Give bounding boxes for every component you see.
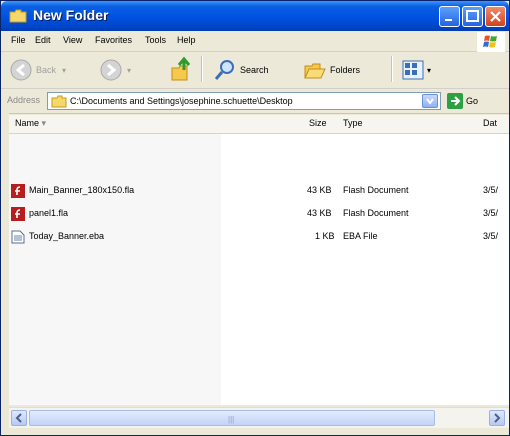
scrollbar-grip: |||: [228, 415, 235, 424]
address-path: C:\Documents and Settings\josephine.schu…: [70, 96, 293, 106]
chevron-right-icon: [494, 413, 501, 423]
file-name: panel1.fla: [29, 208, 69, 218]
window-title: New Folder: [33, 7, 109, 23]
file-list[interactable]: Name ▾ Size Type Dat Main_Banner_180x150…: [9, 115, 509, 405]
minimize-button[interactable]: [439, 6, 460, 27]
title-bar[interactable]: New Folder: [1, 1, 509, 31]
menu-bar: File Edit View Favorites Tools Help: [1, 31, 509, 52]
folders-label: Folders: [330, 65, 361, 75]
menu-tools[interactable]: Tools: [145, 35, 166, 45]
file-name: Main_Banner_180x150.fla: [29, 185, 135, 195]
address-input[interactable]: C:\Documents and Settings\josephine.schu…: [47, 92, 441, 110]
views-icon: [402, 60, 424, 80]
search-icon: [214, 60, 234, 80]
menu-file[interactable]: File: [11, 35, 26, 45]
flash-document-icon: [11, 207, 25, 221]
file-size: 43 KB: [307, 185, 332, 195]
explorer-window: New Folder File Edit View Favorites Tool…: [0, 0, 510, 436]
forward-button[interactable]: ▾: [99, 58, 131, 82]
folder-icon: [9, 9, 27, 23]
menu-favorites[interactable]: Favorites: [95, 35, 132, 45]
file-row[interactable]: Main_Banner_180x150.fla 43 KB Flash Docu…: [9, 183, 509, 200]
generic-file-icon: [11, 230, 25, 244]
forward-dropdown-icon: ▾: [127, 65, 132, 75]
chevron-left-icon: [15, 413, 22, 423]
list-header: Name ▾ Size Type Dat: [9, 115, 509, 134]
sorted-column-highlight: [9, 133, 221, 405]
folder-icon: [51, 95, 67, 108]
search-button[interactable]: Search: [213, 58, 269, 82]
back-button[interactable]: Back ▾: [9, 58, 66, 82]
flash-document-icon: [11, 184, 25, 198]
close-icon: [490, 11, 501, 22]
file-date: 3/5/: [483, 231, 499, 241]
left-frame: [1, 113, 9, 435]
search-label: Search: [240, 65, 269, 75]
back-arrow-icon: [10, 59, 32, 81]
file-size: 43 KB: [307, 208, 332, 218]
menu-edit[interactable]: Edit: [35, 35, 51, 45]
column-header-size[interactable]: Size: [309, 118, 327, 128]
address-dropdown-button[interactable]: [422, 94, 438, 108]
chevron-down-icon: [426, 98, 434, 105]
up-folder-icon: [171, 56, 191, 81]
menu-view[interactable]: View: [63, 35, 82, 45]
file-name: Today_Banner.eba: [29, 231, 105, 241]
forward-arrow-icon: [100, 59, 122, 81]
file-row[interactable]: Today_Banner.eba 1 KB EBA File 3/5/: [9, 229, 509, 246]
file-date: 3/5/: [483, 185, 499, 195]
address-bar: Address C:\Documents and Settings\joseph…: [1, 89, 509, 114]
windows-flag-icon: [483, 35, 497, 48]
standard-toolbar: Back ▾ ▾ Search Folders ▾: [1, 52, 509, 89]
maximize-button[interactable]: [462, 6, 483, 27]
menu-help[interactable]: Help: [177, 35, 196, 45]
file-type: EBA File: [343, 231, 378, 241]
windows-logo: [477, 32, 505, 52]
file-date: 3/5/: [483, 208, 499, 218]
go-button[interactable]: Go: [447, 93, 478, 109]
file-size: 1 KB: [315, 231, 335, 241]
views-button[interactable]: ▾: [401, 58, 431, 82]
toolbar-separator: [391, 56, 393, 82]
column-header-type[interactable]: Type: [343, 118, 363, 128]
column-header-name[interactable]: Name ▾: [15, 118, 46, 129]
back-dropdown-icon: ▾: [62, 65, 67, 75]
folders-icon: [304, 63, 326, 79]
address-label: Address: [7, 95, 41, 105]
horizontal-scrollbar[interactable]: |||: [9, 407, 509, 428]
file-type: Flash Document: [343, 208, 409, 218]
up-folder-button[interactable]: [169, 56, 195, 84]
go-label: Go: [466, 96, 479, 106]
scroll-right-button[interactable]: [489, 410, 505, 426]
close-button[interactable]: [485, 6, 506, 27]
scrollbar-thumb[interactable]: |||: [29, 410, 435, 426]
back-label: Back: [36, 65, 57, 75]
column-header-date[interactable]: Dat: [483, 118, 497, 128]
folders-button[interactable]: Folders: [303, 58, 360, 82]
toolbar-separator: [201, 56, 203, 82]
file-type: Flash Document: [343, 185, 409, 195]
go-arrow-icon: [447, 93, 463, 109]
minimize-icon: [445, 19, 452, 21]
maximize-icon: [466, 10, 479, 22]
scroll-left-button[interactable]: [11, 410, 27, 426]
views-dropdown-icon: ▾: [427, 65, 432, 75]
file-row[interactable]: panel1.fla 43 KB Flash Document 3/5/: [9, 206, 509, 223]
